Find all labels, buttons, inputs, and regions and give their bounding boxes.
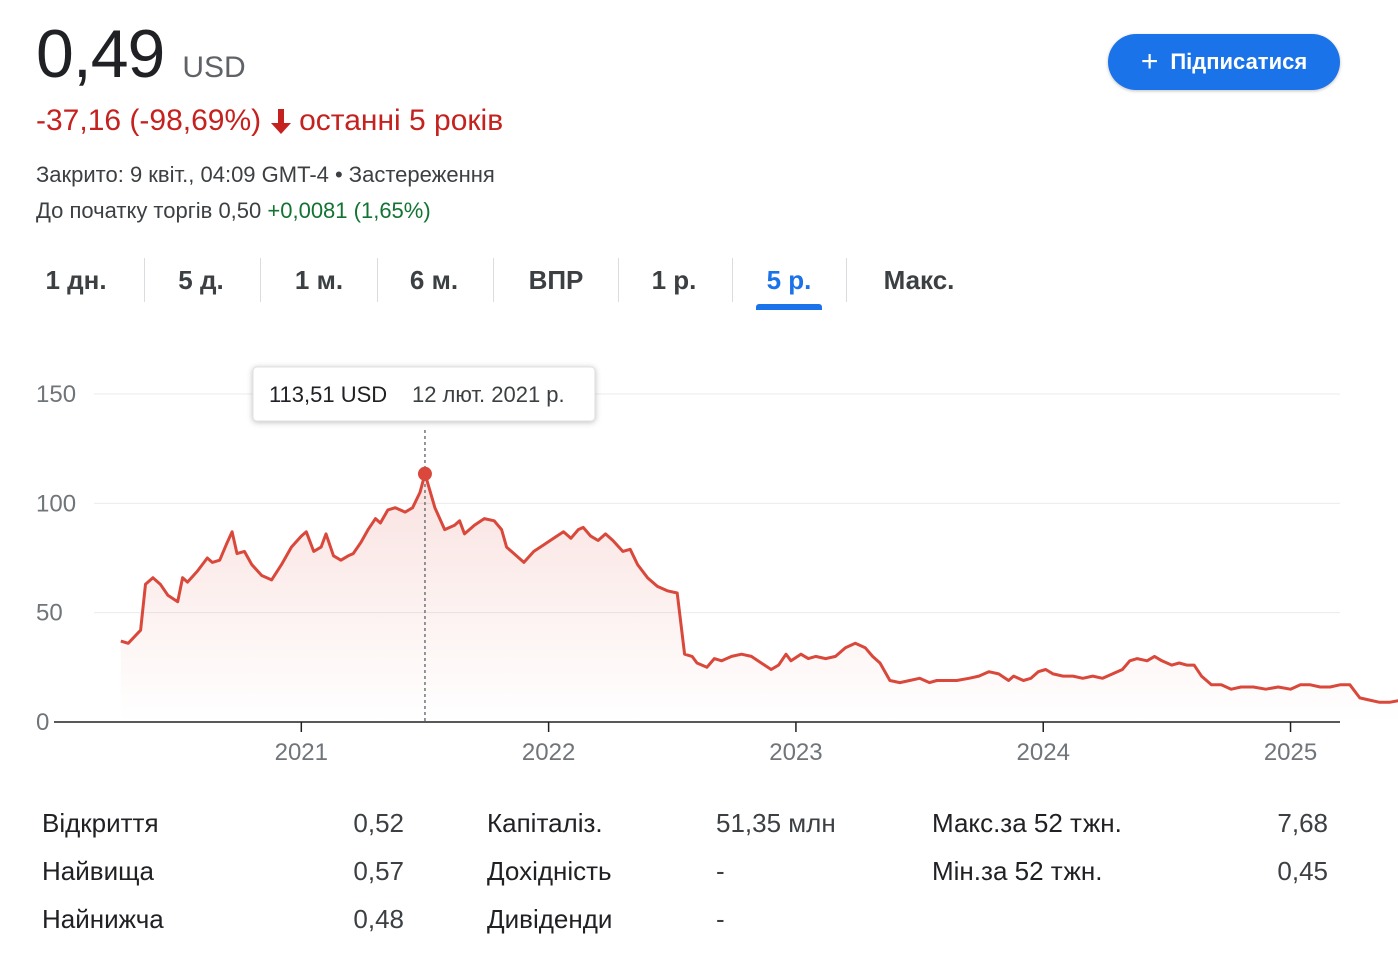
stat-market-cap: Капіталіз. 51,35 млн — [487, 808, 836, 848]
subscribe-label: Підписатися — [1170, 49, 1308, 74]
tab-max[interactable]: Макс. — [874, 256, 964, 304]
stat-value: 0,57 — [353, 856, 404, 886]
tab-divider — [377, 258, 378, 302]
closed-info: Закрито: 9 квіт., 04:09 GMT-4 • Застереж… — [36, 162, 495, 187]
stat-52w-high: Макс.за 52 тжн. 7,68 — [932, 808, 1328, 848]
x-tick-label: 2024 — [1017, 739, 1070, 766]
price-row: 0,49 USD — [36, 14, 246, 94]
stat-high: Найвища 0,57 — [42, 856, 404, 896]
tab-divider — [493, 258, 494, 302]
x-tick-label: 2025 — [1264, 739, 1317, 766]
stat-open: Відкриття 0,52 — [42, 808, 404, 848]
stat-value: 51,35 млн — [716, 808, 836, 838]
plus-icon: + — [1140, 45, 1159, 78]
stat-label: Мін.за 52 тжн. — [932, 856, 1103, 886]
tooltip-date: 12 лют. 2021 р. — [412, 382, 565, 407]
tab-divider — [260, 258, 261, 302]
stat-label: Капіталіз. — [487, 808, 603, 838]
stat-value: 7,68 — [1277, 808, 1328, 838]
price-change: -37,16 (-98,69%) — [36, 104, 262, 137]
x-tick-label: 2022 — [522, 739, 575, 766]
stat-label: Найнижча — [42, 904, 164, 934]
premarket-label: До початку торгів 0,50 — [36, 198, 262, 223]
tab-divider — [618, 258, 619, 302]
stat-label: Макс.за 52 тжн. — [932, 808, 1122, 838]
tab-divider — [846, 258, 847, 302]
tab-divider — [144, 258, 145, 302]
tab-5d[interactable]: 5 д. — [158, 256, 244, 304]
stat-value: 0,48 — [353, 904, 404, 934]
stat-52w-low: Мін.за 52 тжн. 0,45 — [932, 856, 1328, 896]
subscribe-button[interactable]: + Підписатися — [1108, 34, 1340, 90]
y-tick-label: 150 — [36, 381, 76, 408]
price-chart[interactable]: 0 50 100 150 2021 2022 2023 2024 2025 113,51 USD 1… — [0, 350, 1398, 780]
tab-1y[interactable]: 1 р. — [636, 256, 712, 304]
premarket-info: До початку торгів 0,50 +0,0081 (1,65%) — [36, 198, 431, 224]
stat-label: Дохідність — [487, 856, 612, 886]
stat-dividends: Дивіденди - — [487, 904, 725, 944]
stat-low: Найнижча 0,48 — [42, 904, 404, 944]
y-tick-label: 50 — [36, 600, 63, 627]
tooltip-value: 113,51 USD — [269, 382, 387, 407]
stat-label: Найвища — [42, 856, 154, 886]
hover-point — [417, 466, 432, 481]
stat-value: - — [716, 904, 725, 934]
stat-label: Відкриття — [42, 808, 159, 838]
price-change-row: -37,16 (-98,69%) останні 5 років — [36, 104, 503, 138]
stat-value: - — [716, 856, 725, 886]
tab-5y[interactable]: 5 р. — [756, 256, 822, 310]
stat-value: 0,45 — [1277, 856, 1328, 886]
price-currency: USD — [182, 51, 246, 84]
y-tick-label: 0 — [36, 709, 49, 736]
arrow-down-icon — [271, 109, 292, 134]
tab-1m[interactable]: 1 м. — [274, 256, 364, 304]
current-price: 0,49 — [36, 16, 165, 92]
tab-1d[interactable]: 1 дн. — [28, 256, 124, 304]
y-tick-label: 100 — [36, 490, 76, 517]
x-tick-label: 2021 — [275, 739, 328, 766]
stat-yield: Дохідність - — [487, 856, 725, 896]
stat-label: Дивіденди — [487, 904, 613, 934]
stat-value: 0,52 — [353, 808, 404, 838]
change-period: останні 5 років — [299, 104, 504, 137]
tab-divider — [732, 258, 733, 302]
tab-6m[interactable]: 6 м. — [392, 256, 476, 304]
x-tick-label: 2023 — [769, 739, 822, 766]
tab-ytd[interactable]: ВПР — [510, 256, 602, 304]
price-area — [120, 473, 1398, 722]
premarket-change: +0,0081 (1,65%) — [267, 198, 431, 223]
